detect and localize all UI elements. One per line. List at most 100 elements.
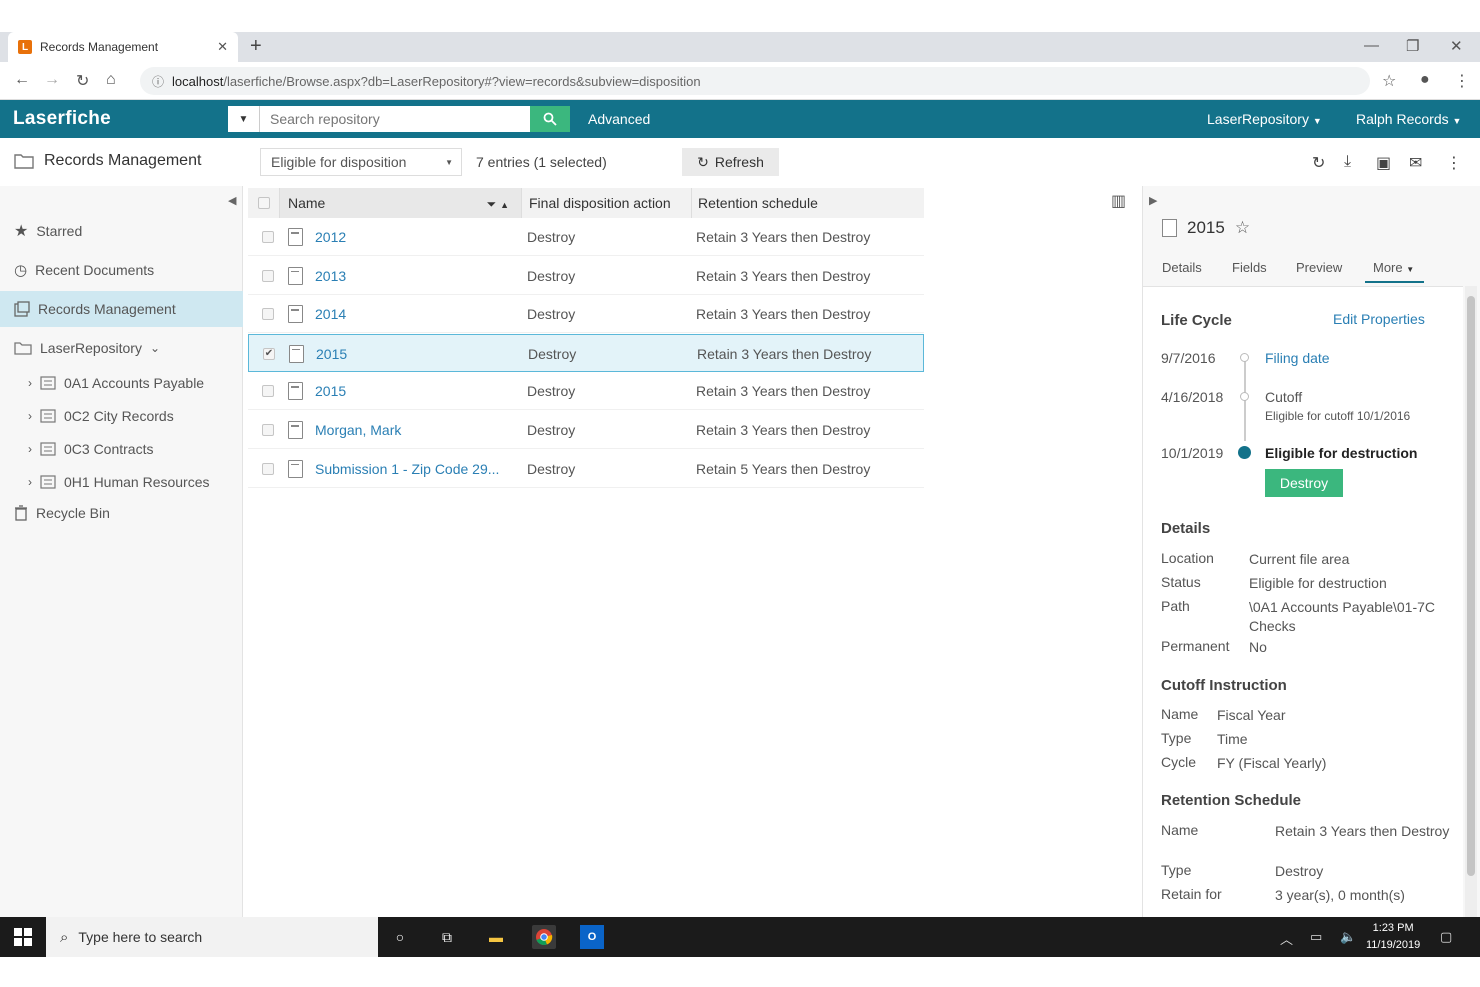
table-row[interactable]: 2013 Destroy Retain 3 Years then Destroy: [248, 257, 924, 295]
table-row[interactable]: Morgan, Mark Destroy Retain 3 Years then D…: [248, 411, 924, 449]
forward-icon[interactable]: →: [44, 71, 60, 89]
reload-list-icon[interactable]: ↻: [1312, 153, 1325, 173]
chevron-right-icon[interactable]: ›: [28, 475, 32, 489]
row-checkbox[interactable]: [262, 424, 274, 436]
close-window-icon[interactable]: ✕: [1450, 37, 1463, 55]
home-icon[interactable]: ⌂: [106, 71, 116, 89]
tab-details[interactable]: Details: [1162, 260, 1202, 275]
star-outline-icon[interactable]: ☆: [1235, 218, 1250, 238]
download-icon[interactable]: ⤓: [1344, 153, 1351, 171]
chrome-icon[interactable]: [532, 925, 556, 949]
filter-icon[interactable]: ⏷: [487, 197, 497, 211]
row-checkbox[interactable]: [262, 462, 274, 475]
collapse-sidebar-icon[interactable]: ◀: [228, 194, 236, 207]
row-name-link[interactable]: 2013: [315, 268, 346, 284]
email-icon[interactable]: ✉: [1409, 153, 1422, 173]
chrome-logo: [536, 929, 553, 946]
sidebar-subitem-contracts[interactable]: › 0C3 Contracts: [28, 434, 153, 464]
sidebar-subitem-human-resources[interactable]: › 0H1 Human Resources: [28, 467, 210, 497]
row-name-link[interactable]: 2014: [315, 306, 346, 322]
metadata-icon[interactable]: ▣: [1376, 153, 1391, 173]
close-tab-icon[interactable]: ✕: [217, 39, 228, 55]
lifecycle-label-filing-date[interactable]: Filing date: [1265, 350, 1330, 366]
chevron-right-icon[interactable]: ›: [28, 376, 32, 390]
row-name-link[interactable]: Submission 1 - Zip Code 29...: [315, 461, 499, 477]
table-row[interactable]: 2014 Destroy Retain 3 Years then Destroy: [248, 295, 924, 334]
tab-more[interactable]: More ▼: [1365, 260, 1425, 283]
tab-fields[interactable]: Fields: [1232, 260, 1267, 275]
taskbar-clock[interactable]: 1:23 PM 11/19/2019: [1366, 920, 1420, 954]
search-input[interactable]: [260, 106, 530, 132]
column-picker-icon[interactable]: ▥: [1111, 191, 1126, 211]
expand-pane-icon[interactable]: ▶: [1149, 194, 1157, 207]
file-explorer-icon[interactable]: ▬: [484, 925, 508, 949]
row-checkbox[interactable]: ✔: [263, 347, 275, 360]
row-name-link[interactable]: 2015: [315, 383, 346, 399]
browser-menu-icon[interactable]: ⋮: [1454, 71, 1470, 91]
sidebar-item-recycle-bin[interactable]: Recycle Bin: [0, 495, 243, 531]
select-all-checkbox[interactable]: [257, 197, 270, 209]
row-checkbox[interactable]: [262, 269, 274, 282]
tab-preview[interactable]: Preview: [1296, 260, 1342, 275]
row-checkbox[interactable]: [262, 231, 274, 243]
task-view-icon[interactable]: ⧉: [435, 925, 459, 949]
user-menu[interactable]: Ralph Records ▼: [1356, 111, 1461, 127]
notifications-icon[interactable]: ▢: [1440, 929, 1452, 945]
minimize-icon[interactable]: —: [1364, 37, 1379, 54]
view-select[interactable]: Eligible for disposition ▼: [260, 148, 462, 176]
search-scope-dropdown[interactable]: ▼: [228, 106, 260, 132]
bookmark-star-icon[interactable]: ☆: [1382, 71, 1396, 91]
windows-start-icon[interactable]: [14, 928, 32, 946]
row-name-link[interactable]: 2012: [315, 229, 346, 245]
info-icon[interactable]: ⓘ: [152, 73, 164, 90]
sidebar-item-records-management[interactable]: Records Management: [0, 291, 243, 327]
destroy-button[interactable]: Destroy: [1265, 469, 1343, 497]
column-header-name[interactable]: Name ⏷ ▲: [280, 188, 522, 218]
account-icon[interactable]: ●: [1420, 71, 1430, 89]
browser-tab[interactable]: L Records Management ✕: [8, 32, 238, 62]
outlook-icon[interactable]: O: [580, 925, 604, 949]
sidebar-item-recent-documents[interactable]: ◷ Recent Documents: [0, 252, 243, 288]
sort-ascending-icon[interactable]: ▲: [500, 200, 509, 210]
chevron-right-icon[interactable]: ›: [28, 409, 32, 423]
scrollbar-thumb[interactable]: [1467, 296, 1475, 876]
sidebar-item-starred[interactable]: ★ Starred: [0, 213, 243, 249]
sidebar-item-label: Recent Documents: [35, 262, 155, 278]
sidebar-subitem-accounts-payable[interactable]: › 0A1 Accounts Payable: [28, 368, 204, 398]
cabinet-icon: [40, 409, 56, 423]
network-icon[interactable]: ▭: [1310, 929, 1322, 945]
more-actions-icon[interactable]: ⋮: [1446, 153, 1462, 173]
row-name-link[interactable]: 2015: [316, 346, 347, 362]
row-name-link[interactable]: Morgan, Mark: [315, 422, 401, 438]
repository-menu[interactable]: LaserRepository ▼: [1207, 111, 1322, 127]
row-checkbox[interactable]: [262, 385, 274, 398]
taskbar-search[interactable]: ⌕ Type here to search: [46, 917, 378, 957]
restore-icon[interactable]: ❐: [1406, 37, 1419, 55]
column-tools: ⏷ ▲: [487, 195, 509, 212]
table-row[interactable]: Submission 1 - Zip Code 29... Destroy Reta…: [248, 450, 924, 488]
reload-icon[interactable]: ↻: [76, 71, 89, 91]
tray-chevron-icon[interactable]: ︿: [1280, 929, 1293, 948]
new-tab-icon[interactable]: +: [250, 35, 262, 58]
table-row[interactable]: 2012 Destroy Retain 3 Years then Destroy: [248, 218, 924, 256]
row-checkbox[interactable]: [262, 308, 274, 321]
edit-properties-link[interactable]: Edit Properties: [1333, 311, 1425, 327]
refresh-button[interactable]: ↻ Refresh: [682, 148, 779, 176]
cortana-icon[interactable]: ○: [388, 925, 412, 949]
table-row[interactable]: 2015 Destroy Retain 3 Years then Destroy: [248, 372, 924, 411]
cabinet-icon: [40, 376, 56, 390]
advanced-search-link[interactable]: Advanced: [588, 111, 650, 127]
column-header-retention-schedule[interactable]: Retention schedule: [692, 188, 924, 218]
chevron-down-icon[interactable]: ⌄: [150, 341, 160, 355]
search-button[interactable]: [530, 106, 570, 132]
url-field[interactable]: ⓘ localhost/laserfiche/Browse.aspx?db=La…: [140, 67, 1370, 95]
table-row[interactable]: ✔ 2015 Destroy Retain 3 Years then Destroy: [248, 333, 924, 372]
sidebar-item-laserrepository[interactable]: LaserRepository ⌄: [0, 330, 243, 366]
sidebar-subitem-city-records[interactable]: › 0C2 City Records: [28, 401, 174, 431]
back-icon[interactable]: ←: [14, 71, 30, 89]
page-title: Records Management: [14, 152, 201, 170]
details-scrollbar[interactable]: [1465, 286, 1477, 917]
column-header-final-disposition-action[interactable]: Final disposition action: [522, 188, 692, 218]
volume-icon[interactable]: 🔈: [1340, 929, 1356, 945]
chevron-right-icon[interactable]: ›: [28, 442, 32, 456]
